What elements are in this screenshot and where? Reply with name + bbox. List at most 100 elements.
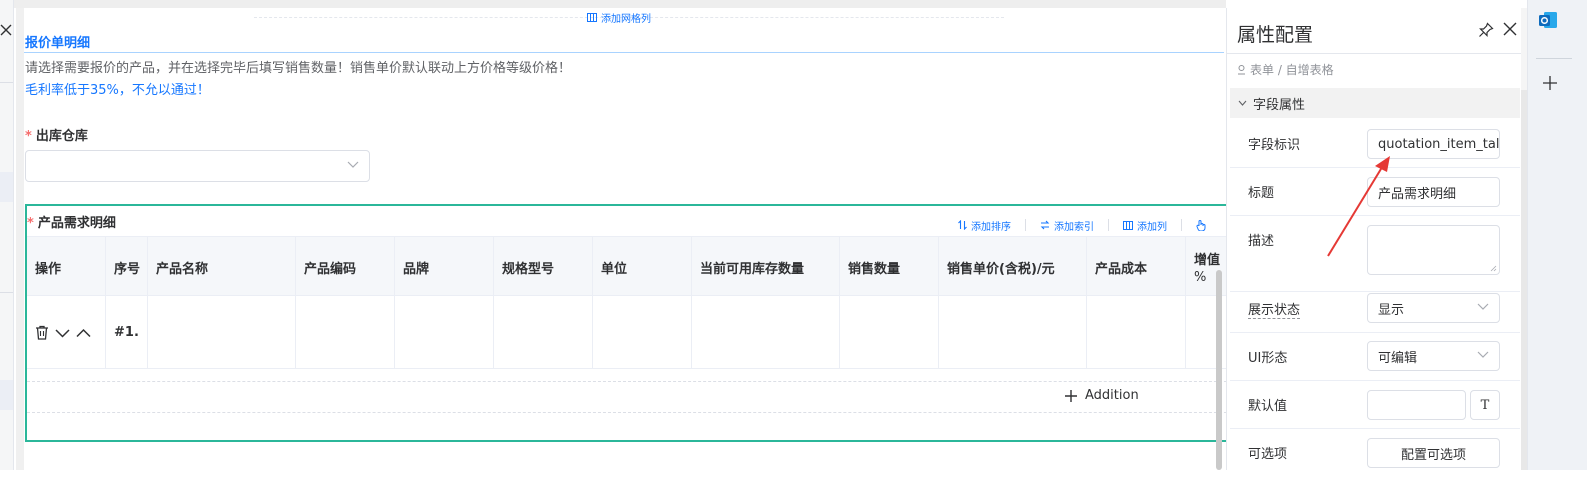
text-type-button[interactable]: T xyxy=(1470,390,1500,420)
column-header: 产品编码 xyxy=(296,237,395,297)
chevron-up-icon[interactable] xyxy=(76,328,91,338)
table-cell[interactable] xyxy=(148,297,296,368)
add-grid-column-button[interactable]: 添加网格列 xyxy=(587,10,651,25)
plus-icon xyxy=(1065,389,1077,402)
ui-form-select[interactable]: 可编辑 xyxy=(1367,341,1500,371)
display-status-select[interactable]: 显示 xyxy=(1367,293,1500,323)
add-column-button[interactable]: 添加列 xyxy=(1109,219,1182,233)
strip-divider xyxy=(1536,58,1572,59)
column-header: 产品成本 xyxy=(1087,237,1186,297)
options-label: 可选项 xyxy=(1248,447,1288,462)
column-icon xyxy=(1123,220,1133,230)
plus-icon[interactable] xyxy=(1543,76,1557,90)
warehouse-label-text: 出库仓库 xyxy=(35,129,88,144)
row-operations xyxy=(27,297,106,368)
table-header: 操作 序号 产品名称 产品编码 品牌 规格型号 单位 当前可用库存数量 销售数量… xyxy=(27,236,1226,297)
required-mark: * xyxy=(27,216,34,231)
drag-handle-button[interactable] xyxy=(1182,219,1206,231)
table-cell[interactable] xyxy=(692,297,840,368)
row-index-cell: #1. xyxy=(106,297,148,368)
margin-warning-text: 毛利率低于35%，不允以通过！ xyxy=(25,83,210,98)
column-header: 销售数量 xyxy=(840,237,939,297)
warehouse-label: * 出库仓库 xyxy=(25,125,88,144)
index-icon xyxy=(1040,220,1050,230)
column-header: 品牌 xyxy=(395,237,494,297)
add-row-button[interactable]: Addition xyxy=(1065,388,1139,403)
breadcrumb: 表单 / 自增表格 xyxy=(1237,61,1334,78)
breadcrumb-text: 表单 / 自增表格 xyxy=(1250,63,1334,77)
column-header-unit: % xyxy=(1194,270,1207,285)
column-header: 序号 xyxy=(106,237,148,297)
add-grid-column-label: 添加网格列 xyxy=(601,14,651,25)
add-index-button[interactable]: 添加索引 xyxy=(1026,219,1109,233)
table-actions: 添加排序 添加索引 添加列 xyxy=(944,219,1206,233)
chevron-down-icon xyxy=(1477,303,1489,311)
ui-form-value: 可编辑 xyxy=(1378,350,1418,366)
add-row-label: Addition xyxy=(1085,388,1139,403)
description-label: 描述 xyxy=(1248,234,1275,249)
close-icon[interactable] xyxy=(1503,22,1517,36)
panel-title: 属性配置 xyxy=(1237,24,1314,46)
description-text: 请选择需要报价的产品，并在选择完毕后填写销售数量！销售单价默认联动上方价格等级价… xyxy=(25,61,572,76)
section-divider xyxy=(24,52,1224,53)
chevron-down-icon xyxy=(1238,100,1247,106)
panel-divider xyxy=(1227,53,1522,54)
grid-column-icon xyxy=(587,13,597,22)
row-index: #1. xyxy=(114,325,139,340)
trash-icon[interactable] xyxy=(35,325,49,340)
table-cell[interactable] xyxy=(494,297,593,368)
add-row-area: Addition xyxy=(27,381,1226,413)
location-icon xyxy=(1237,64,1246,75)
field-properties-title: 字段属性 xyxy=(1253,97,1306,113)
chevron-down-icon[interactable] xyxy=(55,328,70,338)
default-value-label: 默认值 xyxy=(1248,399,1288,414)
canvas-scrollbar[interactable] xyxy=(1216,270,1222,470)
form-canvas: 添加网格列 报价单明细 请选择需要报价的产品，并在选择完毕后填写销售数量！销售单… xyxy=(16,8,1226,470)
table-label-text: 产品需求明细 xyxy=(37,216,116,231)
table-label: * 产品需求明细 xyxy=(27,212,116,231)
table-cell[interactable] xyxy=(939,297,1087,368)
sort-icon xyxy=(958,220,967,230)
left-strip-band xyxy=(0,380,13,410)
display-status-value: 显示 xyxy=(1378,302,1405,318)
table-cell[interactable] xyxy=(593,297,692,368)
column-header: 规格型号 xyxy=(494,237,593,297)
table-cell[interactable] xyxy=(840,297,939,368)
column-header: 操作 xyxy=(27,237,106,297)
prop-row-default: 默认值 T xyxy=(1230,381,1520,429)
field-properties-header[interactable]: 字段属性 xyxy=(1230,88,1520,118)
prop-row-ui: UI形态 可编辑 xyxy=(1230,333,1520,381)
chevron-down-icon xyxy=(1477,351,1489,359)
display-status-label: 展示状态 xyxy=(1248,299,1301,319)
prop-row-display: 展示状态 显示 xyxy=(1230,285,1520,333)
configure-options-button[interactable]: 配置可选项 xyxy=(1367,438,1500,468)
column-header: 当前可用库存数量 xyxy=(692,237,840,297)
product-detail-table: * 产品需求明细 操作 序号 产品名称 产品编码 品牌 规格型号 单位 当前可用库… xyxy=(25,204,1226,442)
hand-icon xyxy=(1196,219,1206,231)
table-cell[interactable] xyxy=(296,297,395,368)
table-row: #1. xyxy=(27,297,1226,369)
add-index-label: 添加索引 xyxy=(1054,221,1094,233)
column-header-text: 增值 xyxy=(1194,253,1221,268)
close-icon[interactable] xyxy=(0,22,12,38)
left-strip-band xyxy=(0,172,13,202)
right-app-strip xyxy=(1527,0,1587,470)
outlook-icon[interactable] xyxy=(1538,10,1558,30)
annotation-arrow xyxy=(1327,156,1390,257)
table-cell[interactable] xyxy=(395,297,494,368)
required-mark: * xyxy=(25,129,32,144)
add-sort-button[interactable]: 添加排序 xyxy=(944,219,1026,233)
column-header: 产品名称 xyxy=(148,237,296,297)
column-header: 销售单价(含税)/元 xyxy=(939,237,1087,297)
add-column-label: 添加列 xyxy=(1137,221,1167,233)
table-cell[interactable] xyxy=(1087,297,1186,368)
column-header: 单位 xyxy=(593,237,692,297)
warehouse-select[interactable] xyxy=(25,150,370,182)
field-id-label: 字段标识 xyxy=(1248,138,1301,153)
pin-icon[interactable] xyxy=(1478,22,1494,38)
left-strip-divider xyxy=(0,82,13,83)
add-sort-label: 添加排序 xyxy=(971,221,1011,233)
ui-form-label: UI形态 xyxy=(1248,351,1288,366)
default-value-input[interactable] xyxy=(1367,390,1466,420)
chevron-down-icon xyxy=(347,161,359,169)
